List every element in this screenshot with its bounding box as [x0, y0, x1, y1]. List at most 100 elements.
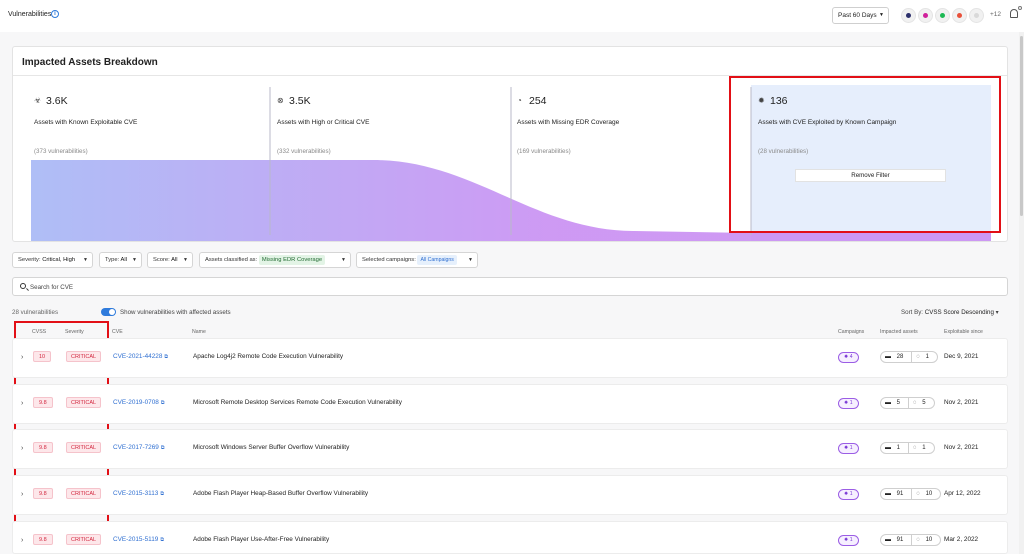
remove-filter-button[interactable]: Remove Filter — [795, 169, 946, 182]
impacted-assets-badge[interactable]: ▬ 1 ◌ 1 — [880, 442, 935, 454]
exploitable-date: Apr 12, 2022 — [944, 490, 981, 497]
campaign-count: 1 — [849, 491, 853, 497]
impacted-assets-card: Impacted Assets Breakdown ☣ 3.6K Assets … — [12, 46, 1008, 242]
search-box[interactable] — [12, 277, 1008, 296]
stat-sub: (28 vulnerabilities) — [758, 148, 809, 155]
col-name[interactable]: Name — [192, 329, 206, 335]
bell-icon[interactable] — [1010, 9, 1018, 18]
cve-id: CVE-2019-0708 — [113, 399, 159, 406]
chevron-right-icon[interactable]: › — [21, 354, 23, 361]
pen-tool-icon[interactable] — [901, 8, 916, 23]
impacted-assets-badge[interactable]: ▬ 28 ◌ 1 — [880, 351, 938, 363]
col-impacted-assets[interactable]: Impacted assets — [880, 329, 918, 335]
asset-count-secondary: ◌ 10 — [911, 535, 940, 545]
sort-value: CVSS Score Descending — [924, 309, 994, 316]
campaigns-badge[interactable]: ✹ 1 — [838, 398, 859, 409]
col-severity[interactable]: Severity — [65, 329, 84, 335]
cve-id: CVE-2015-5119 — [113, 536, 159, 543]
col-cve[interactable]: CVE — [112, 329, 123, 335]
col-cvss[interactable]: CVSS — [32, 329, 46, 335]
chevron-down-icon: ▼ — [183, 257, 188, 263]
stat-value: 3.5K — [289, 95, 311, 107]
asset-count: 1 — [922, 445, 926, 451]
scrollbar-thumb[interactable] — [1020, 36, 1023, 216]
asset-count: 91 — [896, 491, 904, 497]
campaigns-badge[interactable]: ✹ 1 — [838, 489, 859, 500]
stat-value: 254 — [529, 95, 547, 107]
filter-label: Assets classified as: — [205, 257, 258, 263]
stat-sub: (373 vulnerabilities) — [34, 148, 88, 155]
asset-count: 10 — [925, 491, 933, 497]
chevron-right-icon[interactable]: › — [21, 445, 23, 452]
table-row[interactable]: › 9.8 CRITICAL CVE-2017-7269 ⧉ Microsoft … — [12, 429, 1008, 469]
cve-link[interactable]: CVE-2015-5119 ⧉ — [113, 536, 164, 543]
chevron-right-icon[interactable]: › — [21, 400, 23, 407]
asset-count: 91 — [896, 537, 904, 543]
col-campaigns[interactable]: Campaigns — [838, 329, 864, 335]
cvss-badge: 9.8 — [33, 534, 53, 545]
stat-sub: (332 vulnerabilities) — [277, 148, 331, 155]
filter-label: Selected campaigns: — [362, 257, 416, 263]
stat-high-critical[interactable]: ⊗ 3.5K Assets with High or Critical CVE … — [277, 95, 507, 155]
campaigns-badge[interactable]: ✹ 4 — [838, 352, 859, 363]
impacted-assets-badge[interactable]: ▬ 91 ◌ 10 — [880, 488, 942, 500]
stat-value: 136 — [770, 95, 788, 107]
asset-count: 5 — [896, 400, 901, 406]
cvss-badge: 9.8 — [33, 442, 53, 453]
cve-link[interactable]: CVE-2017-7269 ⧉ — [113, 444, 164, 451]
cve-id: CVE-2017-7269 — [113, 444, 159, 451]
severity-filter[interactable]: Severity: Critical, High ▼ — [12, 252, 93, 268]
external-link-icon: ⧉ — [160, 445, 165, 451]
vulnerability-name: Adobe Flash Player Heap-Based Buffer Ove… — [193, 490, 369, 497]
card-title: Impacted Assets Breakdown — [22, 57, 158, 68]
chevron-down-icon: ▼ — [132, 257, 137, 263]
leaf-tool-icon[interactable] — [935, 8, 950, 23]
asset-count-primary: ▬ 5 — [881, 398, 908, 408]
search-input[interactable] — [30, 281, 930, 293]
campaigns-filter[interactable]: Selected campaigns: All Campaigns ▼ — [356, 252, 478, 268]
score-filter[interactable]: Score: All ▼ — [147, 252, 193, 268]
stat-value: 3.6K — [46, 95, 68, 107]
stat-known-campaign[interactable]: ✹ 136 Assets with CVE Exploited by Known… — [758, 95, 988, 155]
col-exploitable-since[interactable]: Exploitable since — [944, 329, 983, 335]
classified-filter[interactable]: Assets classified as: Missing EDR Covera… — [199, 252, 351, 268]
shield-tool-icon[interactable] — [969, 8, 984, 23]
impacted-assets-badge[interactable]: ▬ 5 ◌ 5 — [880, 397, 935, 409]
stat-known-exploitable[interactable]: ☣ 3.6K Assets with Known Exploitable CVE… — [34, 95, 264, 155]
stat-missing-edr[interactable]: ◔ 254 Assets with Missing EDR Coverage (… — [517, 95, 747, 155]
cve-id: CVE-2015-3113 — [113, 490, 159, 497]
type-filter[interactable]: Type: All ▼ — [99, 252, 142, 268]
external-link-icon: ⧉ — [164, 354, 168, 360]
info-icon[interactable]: i — [51, 10, 59, 18]
table-row[interactable]: › 10 CRITICAL CVE-2021-44228 ⧉ Apache Log… — [12, 338, 1008, 378]
period-select[interactable]: Past 60 Days ▼ — [832, 7, 889, 24]
table-row[interactable]: › 9.8 CRITICAL CVE-2015-5119 ⧉ Adobe Flas… — [12, 521, 1008, 554]
cve-link[interactable]: CVE-2015-3113 ⧉ — [113, 490, 164, 497]
impacted-assets-badge[interactable]: ▬ 91 ◌ 10 — [880, 534, 942, 546]
chevron-down-icon: ▼ — [468, 257, 473, 263]
filter-label: Type: — [105, 257, 120, 263]
campaigns-badge[interactable]: ✹ 1 — [838, 535, 859, 546]
flame-tool-icon[interactable] — [952, 8, 967, 23]
cve-link[interactable]: CVE-2019-0708 ⧉ — [113, 399, 164, 406]
radar-icon: ◔ — [517, 96, 522, 105]
chevron-right-icon[interactable]: › — [21, 537, 23, 544]
target-tool-icon[interactable] — [918, 8, 933, 23]
table-row[interactable]: › 9.8 CRITICAL CVE-2015-3113 ⧉ Adobe Flas… — [12, 475, 1008, 515]
vulnerability-name: Apache Log4j2 Remote Code Execution Vuln… — [193, 353, 344, 360]
more-tools-count[interactable]: +12 — [990, 11, 1001, 18]
chevron-right-icon[interactable]: › — [21, 491, 23, 498]
severity-badge: CRITICAL — [66, 397, 102, 408]
stat-label: Assets with High or Critical CVE — [277, 119, 370, 126]
page-title: Vulnerabilities — [8, 11, 52, 18]
campaigns-badge[interactable]: ✹ 1 — [838, 443, 859, 454]
exploitable-date: Nov 2, 2021 — [944, 444, 979, 451]
table-row[interactable]: › 9.8 CRITICAL CVE-2019-0708 ⧉ Microsoft … — [12, 384, 1008, 424]
affected-assets-toggle[interactable] — [101, 308, 116, 316]
filter-label: Severity: — [18, 257, 41, 263]
sort-select[interactable]: Sort By: CVSS Score Descending ▾ — [901, 309, 999, 316]
toggle-label: Show vulnerabilities with affected asset… — [120, 309, 231, 316]
cve-link[interactable]: CVE-2021-44228 ⧉ — [113, 353, 168, 360]
chevron-down-icon: ▼ — [341, 257, 346, 263]
severity-badge: CRITICAL — [66, 488, 102, 499]
